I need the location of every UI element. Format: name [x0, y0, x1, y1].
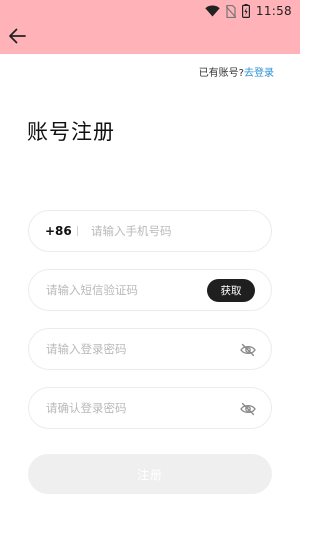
- arrow-left-icon: [8, 28, 26, 48]
- sms-code-field: 获取: [28, 269, 272, 311]
- wifi-icon: [205, 5, 220, 17]
- eye-off-icon[interactable]: [240, 401, 256, 416]
- battery-icon: [241, 4, 250, 18]
- eye-off-icon[interactable]: [240, 342, 256, 357]
- page-title: 账号注册: [27, 120, 115, 144]
- sms-code-input[interactable]: [46, 270, 196, 310]
- password-input[interactable]: [46, 329, 226, 369]
- status-clock: 11:58: [255, 4, 292, 18]
- confirm-password-input[interactable]: [46, 388, 226, 428]
- confirm-password-field: [28, 387, 272, 429]
- register-button[interactable]: 注册: [28, 454, 272, 494]
- phone-input[interactable]: [91, 211, 261, 251]
- login-prompt: 已有账号?去登录: [199, 64, 274, 79]
- status-icons: 11:58: [205, 3, 292, 19]
- get-code-button[interactable]: 获取: [207, 279, 255, 302]
- field-divider: [77, 226, 78, 236]
- password-field: [28, 328, 272, 370]
- go-login-link[interactable]: 去登录: [244, 68, 274, 79]
- no-sim-icon: [225, 4, 236, 18]
- header-bar: 11:58: [0, 0, 300, 54]
- login-prompt-text: 已有账号?: [198, 68, 244, 79]
- phone-field: +86: [28, 210, 272, 252]
- status-bar: 11:58: [0, 0, 300, 22]
- back-button[interactable]: [6, 28, 28, 48]
- country-code-selector[interactable]: +86: [45, 211, 72, 251]
